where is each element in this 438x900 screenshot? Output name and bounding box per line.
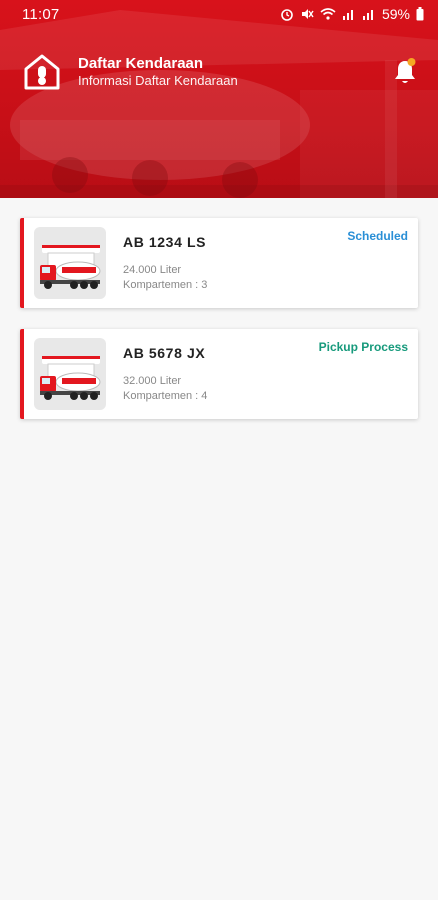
vehicle-compartments: Kompartemen : 4 [123,390,208,402]
vehicle-card[interactable]: AB 5678 JX 32.000 Liter Kompartemen : 4 … [20,329,418,419]
tanker-truck-image [34,338,106,410]
vehicle-plate: AB 1234 LS [123,234,207,250]
tanker-truck-image [34,227,106,299]
wifi-icon [320,8,336,20]
page-subtitle: Informasi Daftar Kendaraan [78,73,238,88]
vehicle-list: AB 1234 LS 24.000 Liter Kompartemen : 3 … [20,218,418,440]
vehicle-compartments: Kompartemen : 3 [123,279,208,291]
mute-icon [301,9,314,19]
battery-icon [416,7,424,21]
home-icon[interactable] [24,54,60,90]
status-label: Pickup Process [318,340,408,354]
page-title: Daftar Kendaraan [78,55,204,72]
battery-percent: 59% [381,6,410,22]
alarm-icon [281,9,293,21]
vehicle-plate: AB 5678 JX [123,345,206,361]
signal-icon-2 [362,10,373,20]
status-label: Scheduled [347,229,408,243]
bell-icon[interactable] [393,57,417,85]
vehicle-capacity: 32.000 Liter [123,375,182,387]
header: 11:07 59% Daftar Kendaraan Informasi Daf… [0,0,438,198]
vehicle-capacity: 24.000 Liter [123,264,182,276]
tanker-background-image [0,10,438,198]
vehicle-card[interactable]: AB 1234 LS 24.000 Liter Kompartemen : 3 … [20,218,418,308]
status-bar: 11:07 59% [0,0,438,28]
app-bar: Daftar Kendaraan Informasi Daftar Kendar… [0,52,438,96]
status-time: 11:07 [22,5,60,23]
signal-icon [342,10,353,20]
